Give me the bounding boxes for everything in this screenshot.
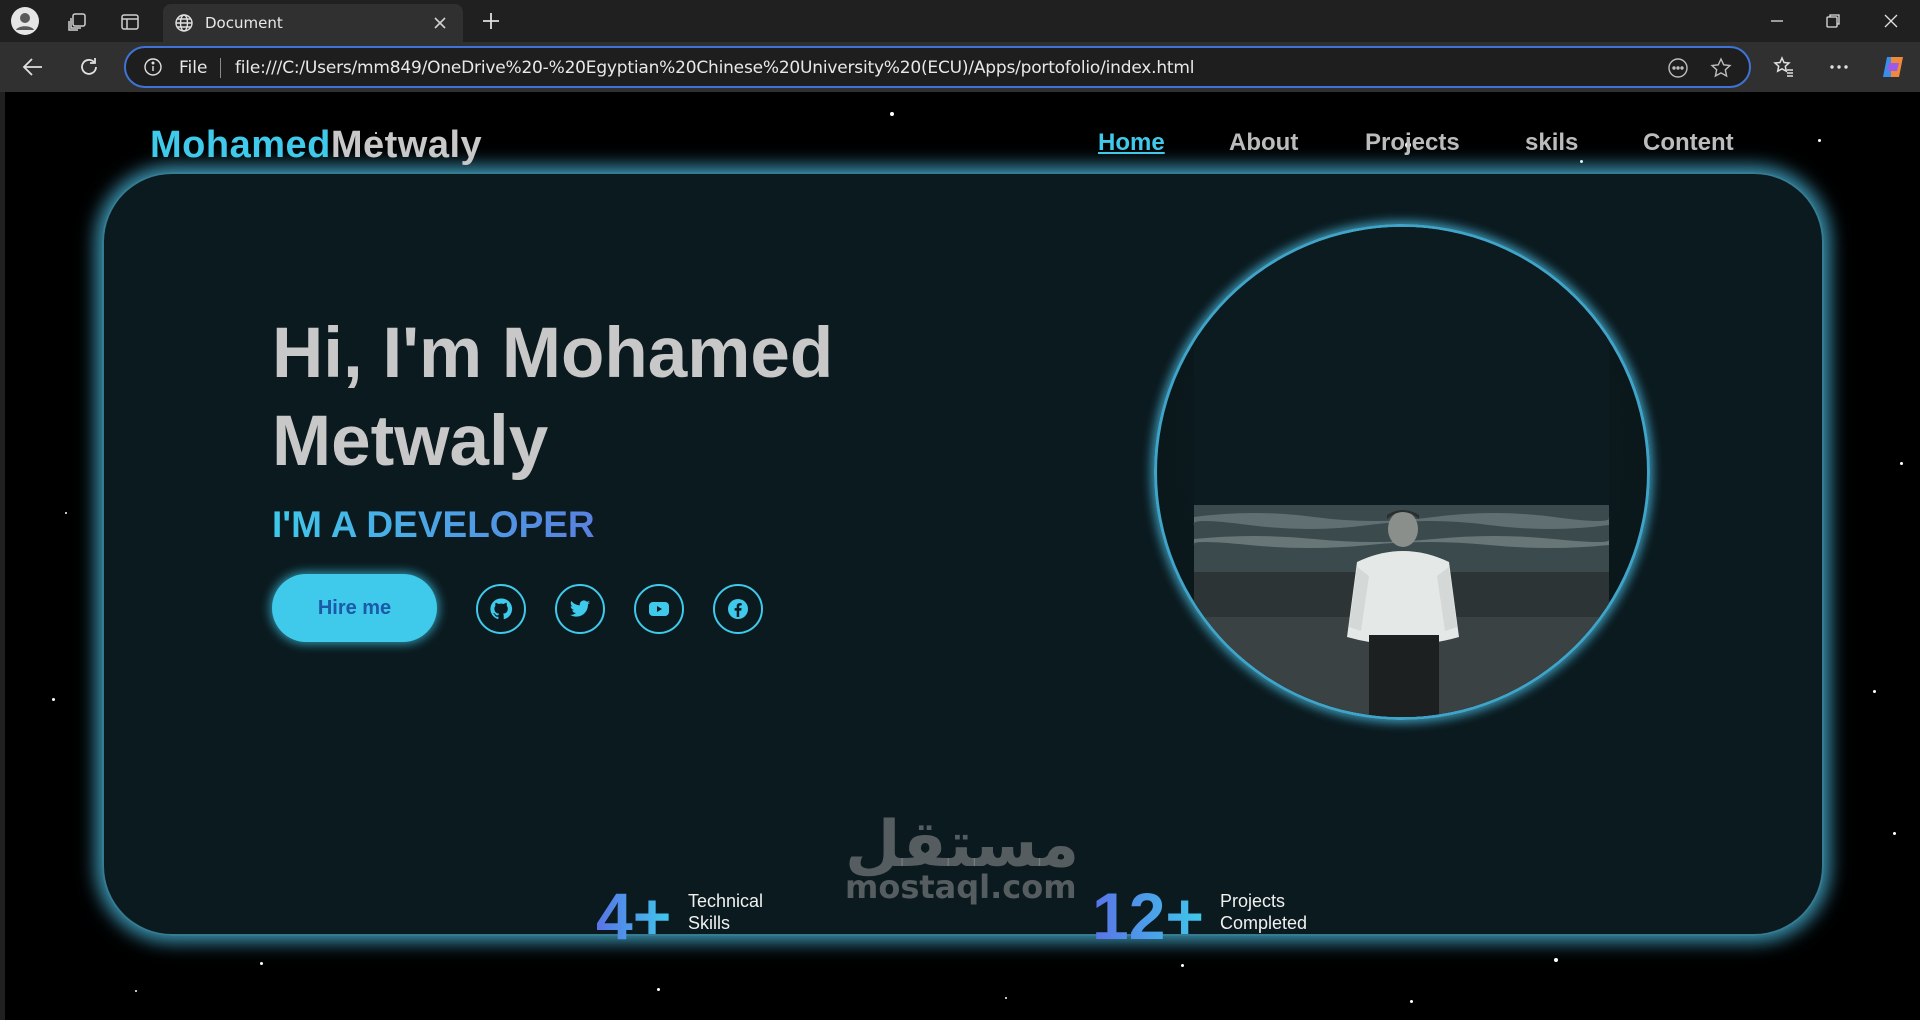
workspaces-icon[interactable] xyxy=(64,9,90,35)
stat-projects-label-line2: Completed xyxy=(1220,913,1308,933)
close-tab-icon[interactable] xyxy=(431,14,449,32)
favorite-star-icon[interactable] xyxy=(1709,56,1733,80)
star xyxy=(65,512,67,514)
hire-me-button[interactable]: Hire me xyxy=(272,574,437,642)
url-separator xyxy=(220,58,221,78)
more-menu-icon[interactable] xyxy=(1826,54,1852,80)
star xyxy=(52,698,55,701)
stat-skills-number: 4+ xyxy=(596,879,672,953)
hero-subtitle: I'M A DEVELOPER xyxy=(272,504,595,545)
stat-projects-label-line1: Projects xyxy=(1220,891,1286,911)
tab-title: Document xyxy=(205,14,283,32)
stat-projects-label: Projects Completed xyxy=(1220,890,1307,934)
twitter-icon[interactable] xyxy=(555,584,605,634)
copilot-icon[interactable] xyxy=(1878,52,1908,82)
restore-icon[interactable] xyxy=(1820,8,1846,34)
star xyxy=(260,962,263,965)
profile-icon[interactable] xyxy=(9,5,41,37)
url-text[interactable]: file:///C:/Users/mm849/OneDrive%20-%20Eg… xyxy=(235,58,1194,78)
star xyxy=(890,112,894,116)
star xyxy=(1873,690,1876,693)
new-tab-icon[interactable] xyxy=(478,8,504,34)
logo-first-name: Mohamed xyxy=(150,124,331,166)
back-icon[interactable] xyxy=(20,54,46,80)
info-icon[interactable] xyxy=(143,57,163,77)
globe-icon xyxy=(174,13,194,33)
close-window-icon[interactable] xyxy=(1878,8,1904,34)
youtube-icon[interactable] xyxy=(634,584,684,634)
nav-projects[interactable]: Projects xyxy=(1365,129,1460,157)
star xyxy=(1900,462,1903,465)
profile-photo xyxy=(1154,224,1650,720)
nav-skils[interactable]: skils xyxy=(1525,129,1578,157)
star xyxy=(1181,964,1184,967)
stat-skills-label-line2: Skills xyxy=(688,913,731,933)
star xyxy=(1818,139,1821,142)
facebook-icon[interactable] xyxy=(713,584,763,634)
tab-document[interactable]: Document xyxy=(163,4,463,42)
tab-actions-icon[interactable] xyxy=(117,9,143,35)
refresh-icon[interactable] xyxy=(76,54,102,80)
nav-about[interactable]: About xyxy=(1229,129,1298,157)
toolbar: File file:///C:/Users/mm849/OneDrive%20-… xyxy=(0,42,1920,92)
watermark-latin: mostaql.com xyxy=(845,868,1077,906)
star xyxy=(1410,1000,1413,1003)
star xyxy=(1005,997,1007,999)
star xyxy=(657,988,660,991)
stat-projects-number: 12+ xyxy=(1092,879,1204,953)
github-icon[interactable] xyxy=(476,584,526,634)
address-bar[interactable]: File file:///C:/Users/mm849/OneDrive%20-… xyxy=(124,46,1751,88)
star xyxy=(1554,958,1558,962)
profile-photo-image xyxy=(1193,227,1610,717)
nav-home[interactable]: Home xyxy=(1098,129,1165,157)
nav-content[interactable]: Content xyxy=(1643,129,1734,157)
star xyxy=(1580,160,1583,163)
hero-title-line2: Metwaly xyxy=(272,402,549,481)
stat-skills-label-line1: Technical xyxy=(688,891,764,911)
hero-title-line1: Hi, I'm Mohamed xyxy=(272,314,834,393)
url-scheme-label: File xyxy=(179,58,208,78)
minimize-icon[interactable] xyxy=(1764,8,1790,34)
star xyxy=(135,990,137,992)
logo-last-name: Metwaly xyxy=(330,124,483,166)
tab-bar: Document xyxy=(0,0,1920,42)
reading-mode-icon[interactable] xyxy=(1666,56,1690,80)
star xyxy=(1893,832,1896,835)
site-logo[interactable]: MohamedMetwaly xyxy=(150,124,482,167)
stat-skills-label: Technical Skills xyxy=(688,890,763,934)
hero-title: Hi, I'm Mohamed Metwaly xyxy=(272,310,972,486)
favorites-icon[interactable] xyxy=(1771,54,1797,80)
